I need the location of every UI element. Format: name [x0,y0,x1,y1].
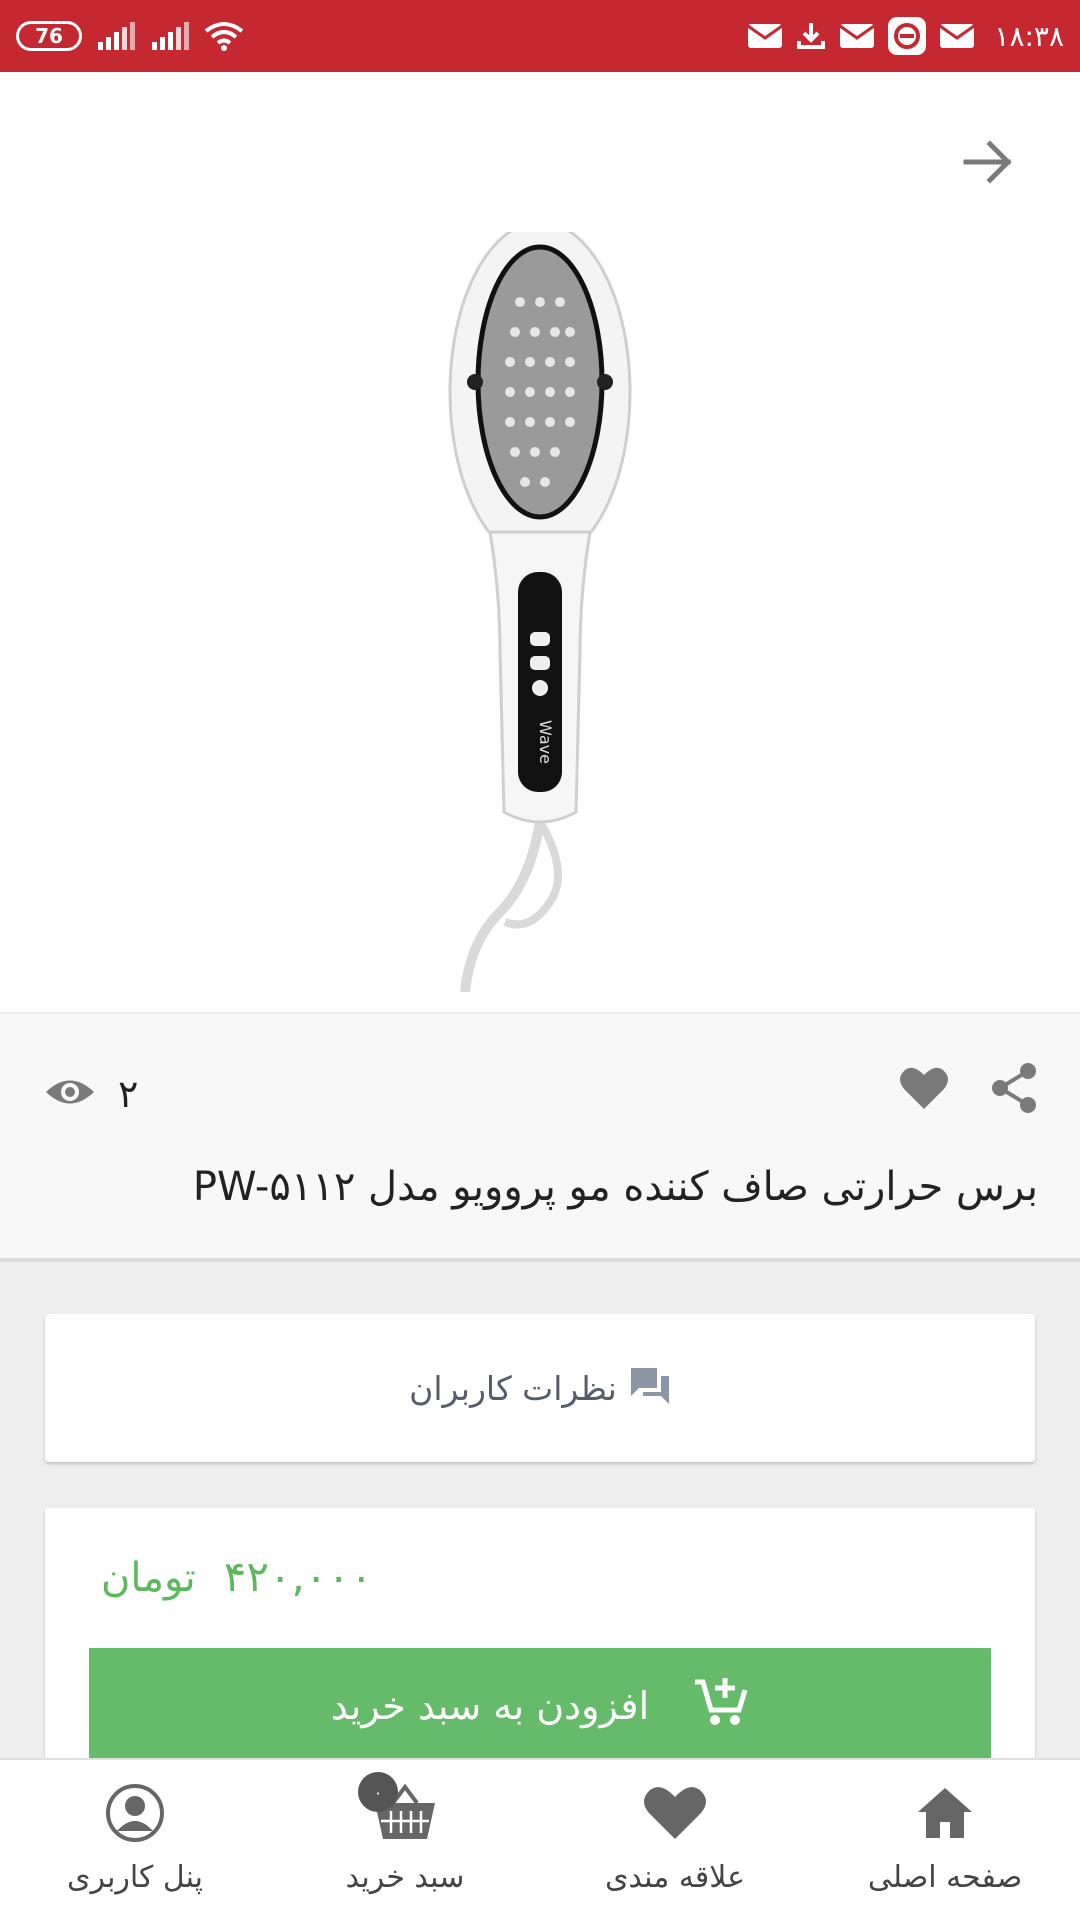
cart-badge: ۰ [358,1772,398,1812]
app-icon [888,17,927,55]
eye-icon [44,1075,96,1113]
add-to-cart-label: افزودن به سبد خرید [330,1684,650,1728]
product-info: ۲ برس حرارتی صاف کننده مو پروویو مدل PW-… [0,1012,1080,1262]
nav-label-cart: سبد خرید [345,1860,465,1895]
status-bar: 76 ۱۸:۳۸ [0,0,1080,72]
price-currency: تومان [101,1555,196,1601]
home-icon [910,1778,980,1848]
views-count: ۲ [118,1072,139,1116]
price: ۴۲۰,۰۰۰ تومان [101,1552,373,1601]
download-icon [796,21,826,51]
product-title: برس حرارتی صاف کننده مو پروویو مدل PW-۵۱… [192,1164,1038,1210]
battery-indicator: 76 [16,21,82,51]
product-actions [898,1062,1038,1118]
mail-icon [940,24,975,48]
brand-text: Wave [536,720,555,764]
basket-icon: ۰ [358,1772,440,1848]
product-image[interactable]: Wave [420,220,660,993]
add-cart-icon [693,1674,749,1739]
price-amount: ۴۲۰,۰۰۰ [223,1552,373,1601]
nav-item-favorites[interactable]: علاقه مندی [540,1760,810,1920]
heart-icon[interactable] [898,1065,950,1115]
user-comments-button[interactable]: نظرات کاربران [45,1314,1035,1462]
status-left: 76 [16,0,244,72]
clock: ۱۸:۳۸ [994,19,1064,53]
nav-item-cart[interactable]: ۰ سبد خرید [270,1760,540,1920]
add-to-cart-button[interactable]: افزودن به سبد خرید [89,1648,991,1764]
product-image-area: Wave [0,72,1080,1012]
nav-item-home[interactable]: صفحه اصلی [810,1760,1080,1920]
user-icon [100,1778,170,1848]
nav-label-home: صفحه اصلی [867,1860,1023,1895]
battery-level: 76 [35,24,63,48]
nav-label-user-panel: پنل کاربری [67,1860,203,1895]
nav-label-favorites: علاقه مندی [604,1860,746,1895]
view-counter: ۲ [44,1072,138,1116]
mail-icon [840,24,875,48]
price-card: ۴۲۰,۰۰۰ تومان افزودن به سبد خرید [45,1508,1035,1768]
nav-item-user-panel[interactable]: پنل کاربری [0,1760,270,1920]
wifi-icon [204,21,244,51]
signal-icon [150,22,190,50]
comments-icon [629,1366,671,1410]
bottom-navigation: صفحه اصلی علاقه مندی ۰ سبد خرید پنل کارب… [0,1758,1080,1920]
status-right: ۱۸:۳۸ [748,0,1064,72]
heart-icon [640,1778,710,1848]
signal-icon [96,22,136,50]
mail-icon [748,24,783,48]
share-icon[interactable] [990,1062,1038,1118]
comments-label: نظرات کاربران [409,1368,617,1408]
back-arrow-icon[interactable] [958,132,1018,192]
